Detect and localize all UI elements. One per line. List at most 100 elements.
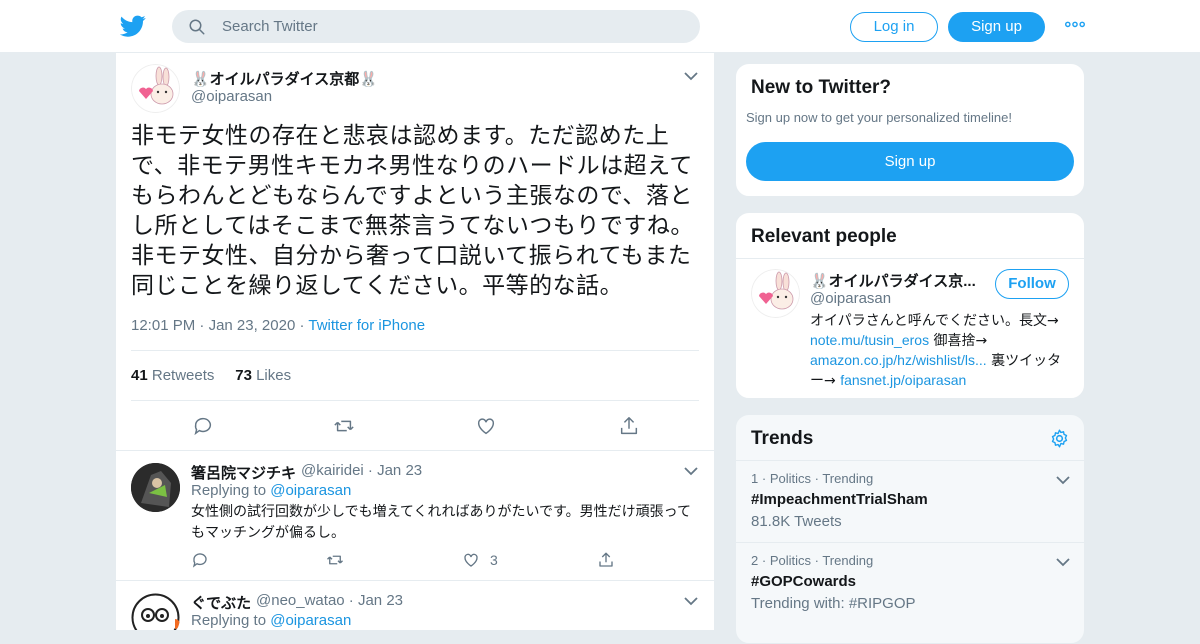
tweet-column: 🐰オイルパラダイス京都🐰 @oiparasan 非モテ女性の存在と悲哀は認めます… [115,53,715,630]
search-icon [189,19,205,35]
more-options-icon[interactable] [1062,18,1088,34]
twitter-bird-icon[interactable] [120,13,146,39]
likes-label: Likes [256,367,292,384]
new-to-twitter-card: New to Twitter? Sign up now to get your … [735,63,1085,197]
separator-dot: · [348,592,358,609]
card-title: Relevant people [751,226,897,247]
card-title: Trends [751,428,814,449]
trend-status: Trending [822,471,874,486]
avatar[interactable] [131,593,180,630]
card-subtitle: Sign up now to get your personalized tim… [746,110,1012,125]
top-bar: Log in Sign up [0,0,1200,53]
avatar[interactable] [131,64,180,113]
reply-date[interactable]: Jan 23 [358,592,403,609]
bunny-avatar-icon [751,269,800,318]
bio-link[interactable]: amazon.co.jp/hz/wishlist/ls... [810,352,987,368]
likes-stat[interactable]: 73 Likes [235,367,291,384]
trend-rank: 1 [751,471,759,486]
trend-related: Trending with: #RIPGOP [751,595,916,612]
login-button[interactable]: Log in [850,12,938,42]
like-heart-icon[interactable] [462,551,480,569]
separator-dot: · [761,553,770,568]
separator-dot: · [761,471,770,486]
trends-card: Trends 1 · Politics · Trending #Impeachm… [735,414,1085,644]
retweets-stat[interactable]: 41 Retweets [131,367,214,384]
bio-text: 御喜捨→ [929,333,988,349]
tweet-text: 非モテ女性の存在と悲哀は認めます。ただ認めた上で、非モテ男性キモカネ男性なりのハ… [131,123,694,299]
tweet-source-link[interactable]: Twitter for iPhone [308,317,425,334]
trend-name[interactable]: #ImpeachmentTrialSham [751,491,928,508]
reply-date[interactable]: Jan 23 [377,462,422,479]
tweet-author-handle[interactable]: @oiparasan [191,88,272,105]
retweet-icon[interactable] [326,551,344,569]
trend-tweet-count: 81.8K Tweets [751,513,842,530]
card-title: New to Twitter? [751,77,892,98]
reply-tweet[interactable]: 箸呂院マジチキ @kairidei · Jan 23 Replying to @… [116,450,714,580]
replying-to-link[interactable]: @oiparasan [270,612,351,629]
likes-count: 73 [235,367,252,384]
separator-dot: · [199,317,209,334]
tweet-author-name[interactable]: 🐰オイルパラダイス京都🐰 [191,68,378,89]
avatar[interactable] [131,463,180,512]
tweet-metadata: 12:01 PM · Jan 23, 2020 · Twitter for iP… [131,317,425,334]
search-bar[interactable] [172,10,700,43]
trend-status: Trending [822,553,874,568]
handle-text: @neo_watao [256,592,345,609]
settings-gear-icon[interactable] [1049,428,1070,449]
reply-tweet[interactable]: ぐでぶた @neo_watao · Jan 23 Replying to @oi… [116,580,714,630]
reply-author-name[interactable]: ぐでぶた [191,592,251,613]
reply-author-name[interactable]: 箸呂院マジチキ [191,462,296,483]
retweet-icon[interactable] [333,415,355,437]
chevron-down-icon[interactable] [1056,557,1070,567]
like-count: 3 [490,552,498,568]
sidebar-signup-button[interactable]: Sign up [746,142,1074,181]
replying-to-label: Replying to [191,612,267,629]
reply-icon[interactable] [192,415,214,437]
character-avatar-icon [131,463,180,512]
reply-icon[interactable] [191,551,209,569]
tweet-stats: 41 Retweets 73 Likes [131,367,291,384]
like-heart-icon[interactable] [475,415,497,437]
chevron-down-icon[interactable] [1056,475,1070,485]
tweet-time[interactable]: 12:01 PM [131,317,195,334]
replying-to: Replying to @oiparasan [191,612,351,629]
chevron-down-icon[interactable] [684,596,698,606]
reply-author-handle[interactable]: @kairidei · Jan 23 [301,462,422,479]
bio-link[interactable]: fansnet.jp/oiparasan [840,372,966,388]
person-bio: オイパラさんと呼んでください。長文→ note.mu/tusin_eros 御喜… [810,312,1072,391]
handle-text: @kairidei [301,462,364,479]
person-name[interactable]: 🐰オイルパラダイス京... [810,270,976,291]
share-icon[interactable] [597,551,615,569]
tweet-date[interactable]: Jan 23, 2020 [209,317,296,334]
divider [736,258,1084,259]
replying-to-label: Replying to [191,482,267,499]
trend-meta: 2 · Politics · Trending [751,553,873,568]
reply-author-handle[interactable]: @neo_watao · Jan 23 [256,592,403,609]
follow-button[interactable]: Follow [995,269,1069,299]
reply-text: 女性側の試行回数が少しでも増えてくれればありがたいです。男性だけ頑張ってもマッチ… [191,504,691,541]
trend-item[interactable]: 2 · Politics · Trending #GOPCowards Tren… [736,542,1084,624]
trend-item[interactable]: 1 · Politics · Trending #ImpeachmentTria… [736,460,1084,542]
person-handle[interactable]: @oiparasan [810,290,891,307]
separator-dot: · [367,462,378,479]
bunny-avatar-icon [131,64,180,113]
search-input[interactable] [222,10,682,43]
signup-button[interactable]: Sign up [948,12,1045,42]
retweets-count: 41 [131,367,148,384]
trend-rank: 2 [751,553,759,568]
trend-name[interactable]: #GOPCowards [751,573,856,590]
chevron-down-icon[interactable] [684,71,698,81]
bio-text: オイパラさんと呼んでください。長文→ [810,313,1059,329]
replying-to: Replying to @oiparasan [191,482,351,499]
divider [131,350,699,351]
cartoon-face-avatar-icon [131,593,180,630]
trend-category: Politics [769,471,811,486]
avatar[interactable] [751,269,800,318]
bio-link[interactable]: note.mu/tusin_eros [810,332,929,348]
share-icon[interactable] [618,415,640,437]
replying-to-link[interactable]: @oiparasan [270,482,351,499]
chevron-down-icon[interactable] [684,466,698,476]
relevant-people-card: Relevant people 🐰オイルパラダイス京... @oiparasan… [735,212,1085,399]
divider [131,400,699,401]
trend-meta: 1 · Politics · Trending [751,471,873,486]
